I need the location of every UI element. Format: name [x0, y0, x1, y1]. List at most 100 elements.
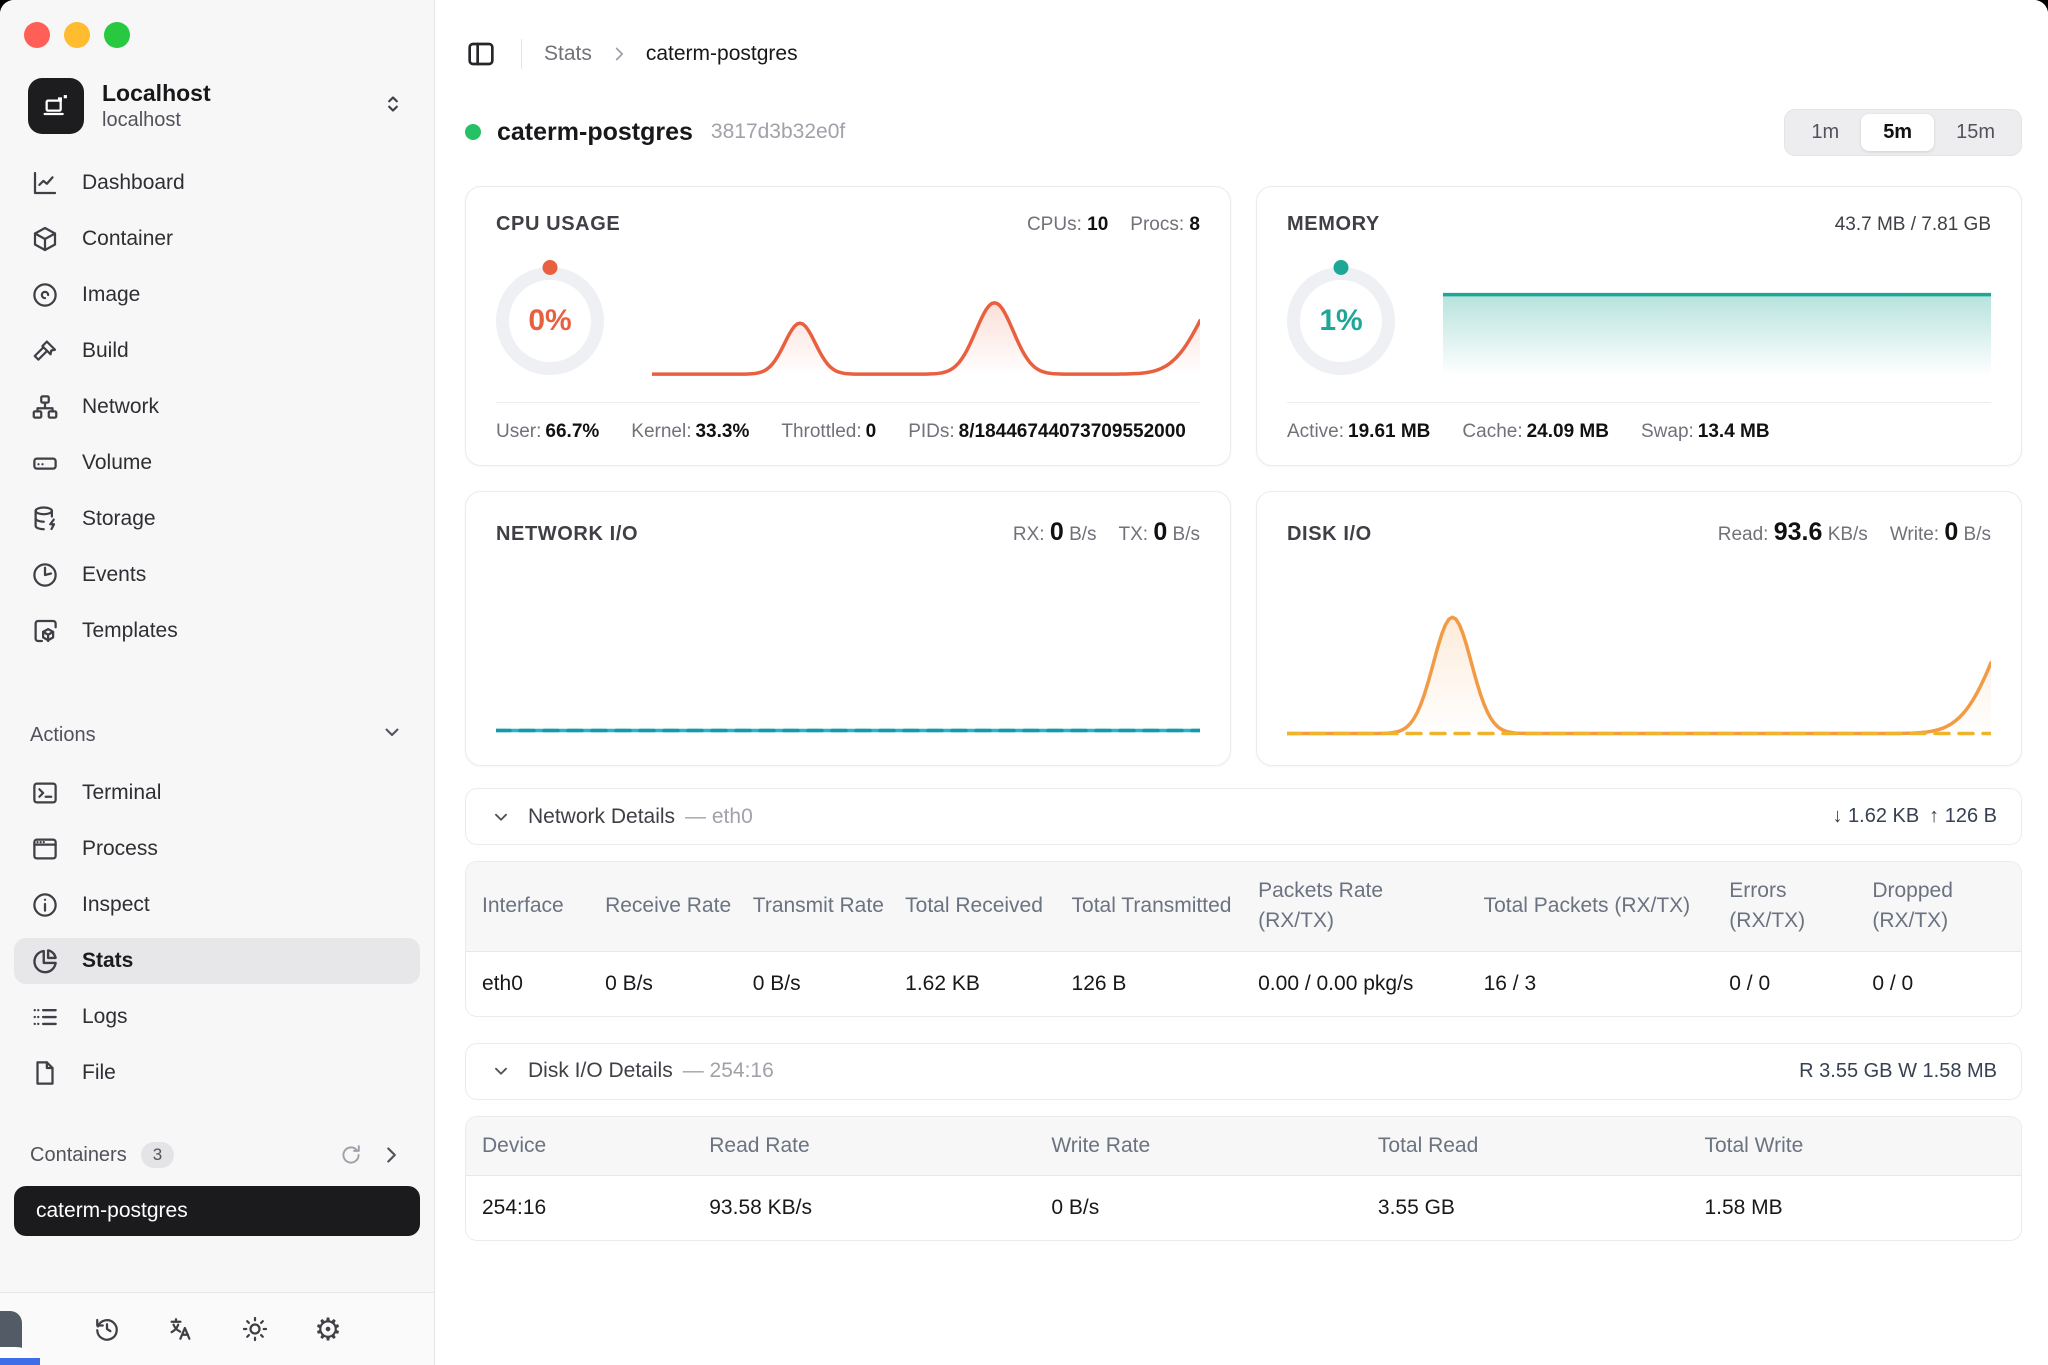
actions-section-header[interactable]: Actions — [30, 720, 404, 750]
sidebar-item-container[interactable]: Container — [14, 216, 420, 262]
sidebar-item-label: Container — [82, 227, 174, 250]
sidebar-item-label: Process — [82, 837, 158, 860]
sidebar-toggle-icon[interactable] — [465, 38, 497, 70]
throttled-stat: Throttled: 0 — [781, 421, 877, 442]
divider — [521, 39, 522, 69]
info-circle-icon — [30, 890, 60, 920]
sidebar-item-templates[interactable]: Templates — [14, 608, 420, 654]
sidebar-item-process[interactable]: Process — [14, 826, 420, 872]
column-header: Total Read — [1367, 1116, 1695, 1177]
disc-icon — [30, 280, 60, 310]
card-title: MEMORY — [1287, 213, 1380, 235]
file-icon — [30, 1058, 60, 1088]
procs-stat: Procs: 8 — [1130, 214, 1200, 235]
disk-details-header[interactable]: Disk I/O Details — 254:16 R 3.55 GB W 1.… — [465, 1042, 2022, 1100]
database-icon — [30, 504, 60, 534]
kernel-stat: Kernel: 33.3% — [631, 421, 750, 442]
table-row: 254:16 93.58 KB/s 0 B/s 3.55 GB 1.58 MB — [466, 1176, 2021, 1240]
cell: eth0 — [482, 971, 523, 995]
container-header: caterm-postgres 3817d3b32e0f 1m 5m 15m — [465, 108, 2022, 156]
active-stat: Active: 19.61 MB — [1287, 421, 1431, 442]
refresh-icon[interactable] — [338, 1142, 364, 1168]
close-window-button[interactable] — [24, 22, 50, 48]
memory-usage: 43.7 MB / 7.81 GB — [1834, 214, 1991, 235]
container-list-item-caterm-postgres[interactable]: caterm-postgres — [14, 1186, 420, 1236]
list-icon — [30, 1002, 60, 1032]
sidebar-item-dashboard[interactable]: Dashboard — [14, 160, 420, 206]
cell: 0.00 / 0.00 pkg/s — [1258, 971, 1414, 995]
chevron-down-icon — [490, 1060, 512, 1082]
window-controls — [0, 0, 434, 48]
container-cube-icon — [30, 224, 60, 254]
minimize-window-button[interactable] — [64, 22, 90, 48]
main-content: Stats caterm-postgres caterm-postgres 38… — [435, 0, 2048, 1365]
breadcrumb-section[interactable]: Stats — [544, 42, 592, 66]
hammer-icon — [30, 336, 60, 366]
gear-icon[interactable]: ⚙ — [314, 1314, 342, 1345]
sidebar-item-label: File — [82, 1061, 116, 1084]
stats-cards: CPU USAGE CPUs: 10 Procs: 8 0% User: 66.7… — [465, 186, 2022, 766]
network-details-header[interactable]: Network Details — eth0 ↓ 1.62 KB ↑ 126 B — [465, 788, 2022, 845]
chevron-right-icon[interactable] — [378, 1142, 404, 1168]
cell: 3.55 GB — [1377, 1196, 1455, 1220]
card-title: NETWORK I/O — [496, 523, 639, 545]
table-row: eth0 0 B/s 0 B/s 1.62 KB 126 B 0.00 / 0.00 pk… — [466, 951, 2021, 1016]
sidebar-item-inspect[interactable]: Inspect — [14, 882, 420, 928]
network-sparkline — [496, 563, 1200, 743]
workspace-host: localhost — [102, 108, 181, 131]
sidebar-item-network[interactable]: Network — [14, 384, 420, 430]
time-range-15m[interactable]: 15m — [1934, 114, 2017, 151]
memory-sparkline — [1443, 261, 1991, 381]
sidebar-item-volume[interactable]: Volume — [14, 440, 420, 486]
column-header: Packets Rate (RX/TX) — [1248, 862, 1474, 952]
sidebar-item-label: Dashboard — [82, 171, 185, 194]
cpu-usage-card: CPU USAGE CPUs: 10 Procs: 8 0% User: 66.7… — [465, 186, 1231, 466]
memory-gauge: 1% — [1287, 260, 1395, 375]
zoom-window-button[interactable] — [104, 22, 130, 48]
cell: 16 / 3 — [1483, 971, 1537, 995]
sidebar-item-events[interactable]: Events — [14, 552, 420, 598]
template-box-icon — [30, 616, 60, 646]
actions-label: Actions — [30, 723, 96, 746]
sidebar-item-stats[interactable]: Stats — [14, 938, 420, 984]
cell: 0 / 0 — [1729, 971, 1771, 995]
section-subtitle: — eth0 — [685, 804, 753, 828]
read-stat: Read: 93.6 KB/s — [1717, 518, 1868, 546]
chevron-down-icon — [380, 720, 404, 750]
history-icon[interactable] — [92, 1314, 122, 1344]
sidebar-item-terminal[interactable]: Terminal — [14, 770, 420, 816]
sidebar-item-label: Inspect — [82, 893, 150, 916]
cpus-stat: CPUs: 10 — [1026, 214, 1109, 235]
window-icon — [30, 834, 60, 864]
memory-card: MEMORY 43.7 MB / 7.81 GB 1% Active: 19.61… — [1256, 186, 2022, 466]
time-range-1m[interactable]: 1m — [1789, 114, 1861, 151]
card-title: DISK I/O — [1287, 523, 1372, 545]
cpu-sparkline — [652, 261, 1200, 381]
sidebar-item-build[interactable]: Build — [14, 328, 420, 374]
dashboard-icon — [30, 168, 60, 198]
corner-decoration — [0, 1303, 40, 1365]
workspace-selector-icon[interactable] — [380, 91, 406, 122]
time-range-control: 1m 5m 15m — [1784, 108, 2022, 156]
column-header: Write Rate — [1041, 1116, 1368, 1177]
card-title: CPU USAGE — [496, 213, 621, 235]
sun-icon[interactable] — [240, 1314, 270, 1344]
container-id: 3817d3b32e0f — [710, 120, 846, 143]
workspace-switcher[interactable]: Localhost localhost — [28, 78, 406, 134]
column-header: Total Received — [895, 862, 1062, 952]
column-header: Dropped (RX/TX) — [1862, 862, 2021, 952]
sidebar-item-label: Storage — [82, 507, 156, 530]
sidebar-item-label: Templates — [82, 619, 178, 642]
cell: 0 / 0 — [1872, 971, 1914, 995]
pids-stat: PIDs: 8/18446744073709552000 — [908, 421, 1186, 442]
cell: 0 B/s — [1051, 1196, 1100, 1220]
translate-icon[interactable] — [166, 1314, 196, 1344]
time-range-5m[interactable]: 5m — [1861, 113, 1935, 151]
column-header: Device — [466, 1116, 700, 1177]
cell: 1.62 KB — [905, 971, 980, 995]
sidebar-item-storage[interactable]: Storage — [14, 496, 420, 542]
sidebar-item-image[interactable]: Image — [14, 272, 420, 318]
sidebar-item-file[interactable]: File — [14, 1050, 420, 1096]
sidebar-item-label: Events — [82, 563, 147, 586]
sidebar-item-logs[interactable]: Logs — [14, 994, 420, 1040]
